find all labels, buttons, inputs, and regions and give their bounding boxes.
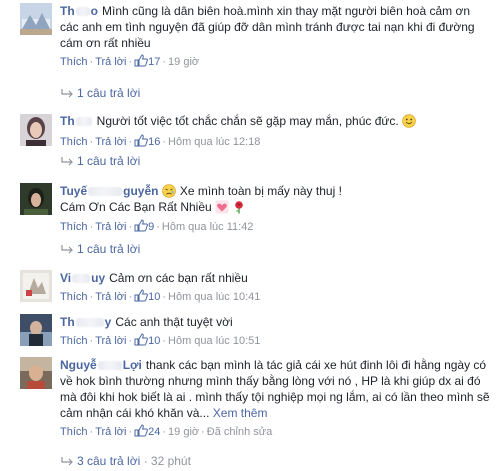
comment-actions: Thích · Trả lời · 10 · Hôm qua lúc 10:41 xyxy=(60,289,261,303)
comment-actions: Thích · Trả lời · 10 · Hôm qua lúc 10:51 xyxy=(60,333,261,347)
view-replies-link[interactable]: 3 câu trả lời · 32 phút xyxy=(60,453,191,469)
avatar[interactable] xyxy=(20,183,52,215)
like-count[interactable]: 10 xyxy=(134,289,160,303)
commenter-name[interactable]: Vi uy xyxy=(60,271,105,285)
like-count[interactable]: 10 xyxy=(134,333,160,347)
like-count[interactable]: 9 xyxy=(134,219,154,233)
edited-label[interactable]: Đã chỉnh sửa xyxy=(207,426,272,438)
comment-time[interactable]: Hôm qua lúc 10:51 xyxy=(168,335,260,347)
commenter-name[interactable]: Th y xyxy=(60,315,111,329)
reply-link[interactable]: Trả lời xyxy=(95,136,126,148)
comment-text: Th o Mình cũng là dân biên hoà.mình xin th… xyxy=(60,4,475,50)
comment-text: Tuyế guyễn Xe mình toàn bị mấy này thuj !… xyxy=(60,184,342,214)
comment-text: Nguyễ Lợi thank các bạn mình là tác giả cá… xyxy=(60,358,490,420)
sad-emoji-icon xyxy=(162,184,177,198)
avatar[interactable] xyxy=(20,314,52,346)
like-link[interactable]: Thích xyxy=(60,221,88,233)
avatar-photo xyxy=(20,183,52,215)
reply-arrow-icon xyxy=(61,457,73,466)
reply-link[interactable]: Trả lời xyxy=(95,56,126,68)
comment-actions: Thích · Trả lời · 9 · Hôm qua lúc 11:42 xyxy=(60,219,254,233)
view-replies-link[interactable]: 1 câu trả lời xyxy=(60,153,140,169)
like-link[interactable]: Thích xyxy=(60,56,88,68)
reply-link[interactable]: Trả lời xyxy=(95,291,126,303)
view-replies-link[interactable]: 1 câu trả lời xyxy=(60,241,140,257)
heart-emoji-icon xyxy=(215,200,229,214)
replies-time: 32 phút xyxy=(150,454,191,468)
comment-text: Vi uy Cảm ơn các bạn rất nhiều xyxy=(60,271,248,285)
like-link[interactable]: Thích xyxy=(60,426,88,438)
avatar-photo xyxy=(20,3,52,35)
thumbs-up-icon xyxy=(134,289,149,302)
like-link[interactable]: Thích xyxy=(60,335,88,347)
comment-time[interactable]: Hôm qua lúc 12:18 xyxy=(168,136,260,148)
avatar-photo xyxy=(20,314,52,346)
avatar-photo xyxy=(20,114,52,146)
reply-arrow-icon xyxy=(61,245,73,254)
thumbs-up-icon xyxy=(134,219,149,232)
like-count[interactable]: 24 xyxy=(134,424,160,438)
reply-link[interactable]: Trả lời xyxy=(95,335,126,347)
see-more-link[interactable]: Xem thêm xyxy=(213,406,268,420)
comment-time[interactable]: 19 giờ xyxy=(168,426,199,438)
comment-text: Th y Các anh thật tuyệt vời xyxy=(60,315,233,329)
comment-time[interactable]: 19 giờ xyxy=(168,56,199,68)
reply-link[interactable]: Trả lời xyxy=(95,426,126,438)
reply-link[interactable]: Trả lời xyxy=(95,221,126,233)
reply-arrow-icon xyxy=(61,157,73,166)
avatar[interactable] xyxy=(20,270,52,302)
avatar[interactable] xyxy=(20,3,52,35)
like-count[interactable]: 17 xyxy=(134,54,160,68)
like-count[interactable]: 16 xyxy=(134,134,160,148)
comment-actions: Thích · Trả lời · 16 · Hôm qua lúc 12:18 xyxy=(60,134,261,148)
avatar-photo xyxy=(20,270,52,302)
comment-text: Th Người tốt việc tốt chắc chắn sẽ gặp ma… xyxy=(60,113,490,129)
commenter-name[interactable]: Th xyxy=(60,114,93,128)
avatar[interactable] xyxy=(20,357,52,389)
rose-emoji-icon xyxy=(235,201,244,214)
commenter-name[interactable]: Tuyế guyễn xyxy=(60,184,158,198)
comment-actions: Thích · Trả lời · 24 · 19 giờ · Đã chỉnh sửa xyxy=(60,424,273,438)
thumbs-up-icon xyxy=(134,424,149,437)
comment-time[interactable]: Hôm qua lúc 11:42 xyxy=(162,221,254,233)
like-link[interactable]: Thích xyxy=(60,291,88,303)
view-replies-link[interactable]: 1 câu trả lời xyxy=(60,85,140,101)
commenter-name[interactable]: Th o xyxy=(60,4,98,18)
comment-actions: Thích · Trả lời · 17 · 19 giờ xyxy=(60,54,200,68)
reply-arrow-icon xyxy=(61,89,73,98)
comment-thread: Th o Mình cũng là dân biên hoà.mình xin th… xyxy=(0,0,501,471)
commenter-name[interactable]: Nguyễ Lợi xyxy=(60,358,142,372)
like-link[interactable]: Thích xyxy=(60,136,88,148)
smile-emoji-icon xyxy=(402,114,416,128)
thumbs-up-icon xyxy=(134,54,149,67)
thumbs-up-icon xyxy=(134,333,149,346)
comment-time[interactable]: Hôm qua lúc 10:41 xyxy=(168,291,260,303)
avatar-photo xyxy=(20,357,52,389)
thumbs-up-icon xyxy=(134,134,149,147)
avatar[interactable] xyxy=(20,114,52,146)
